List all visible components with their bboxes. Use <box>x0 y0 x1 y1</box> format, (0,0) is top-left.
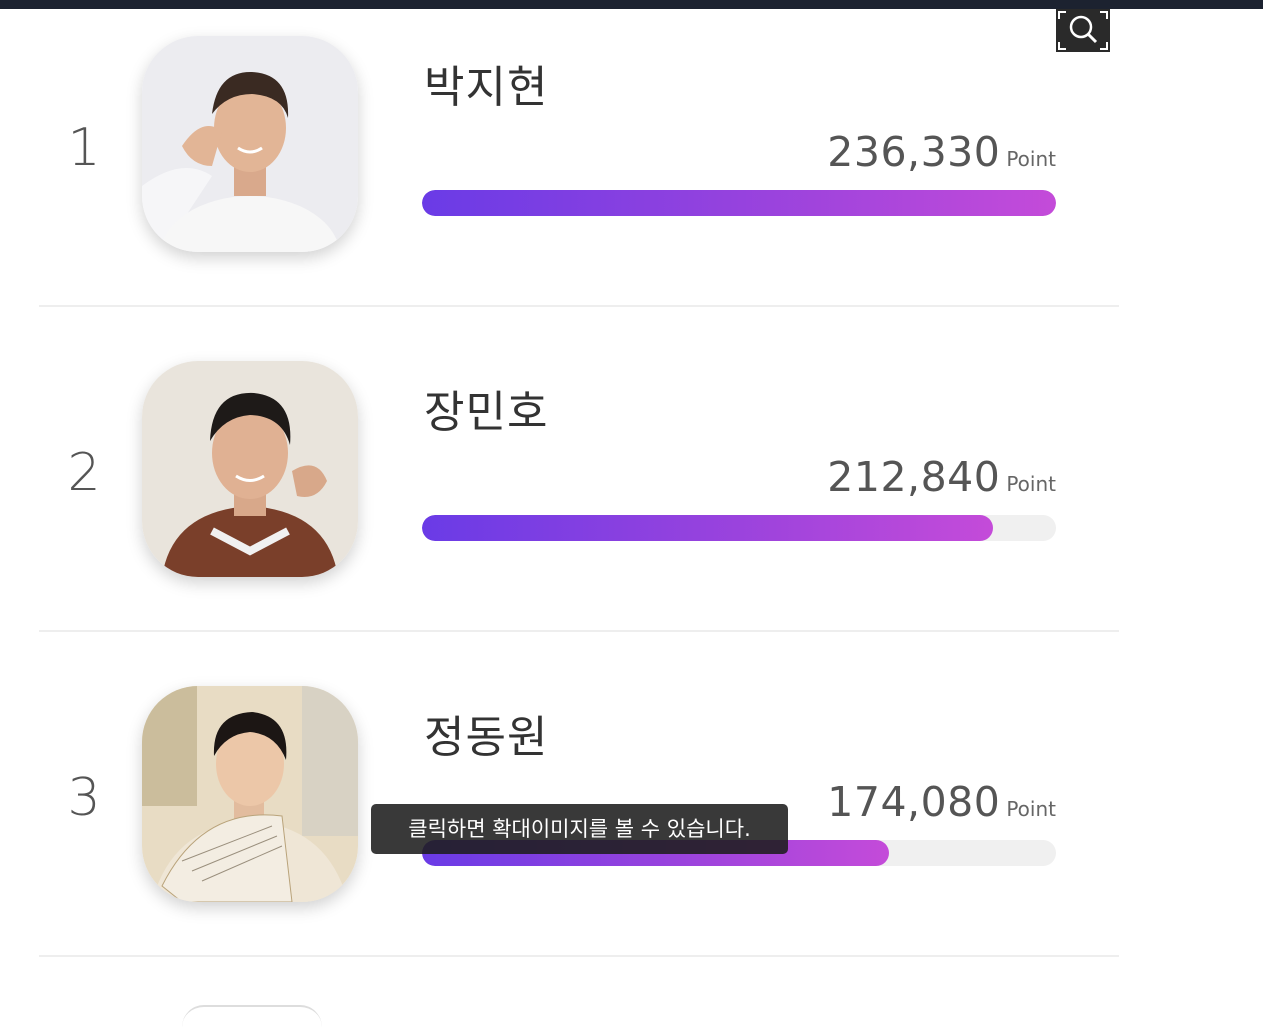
points-display: 174,080 Point <box>827 782 1056 823</box>
points-bar <box>422 190 1056 216</box>
avatar[interactable] <box>142 686 358 902</box>
points-bar-fill <box>422 515 993 541</box>
candidate-name: 정동원 <box>424 712 549 763</box>
points-unit: Point <box>1006 797 1056 821</box>
rank-number: 2 <box>67 443 101 503</box>
candidate-name: 박지현 <box>424 62 549 113</box>
points-value: 174,080 <box>827 778 1001 826</box>
zoom-tooltip: 클릭하면 확대이미지를 볼 수 있습니다. <box>371 804 788 854</box>
points-unit: Point <box>1006 147 1056 171</box>
rank-number: 3 <box>67 768 101 828</box>
points-unit: Point <box>1006 472 1056 496</box>
rank-number: 1 <box>67 118 101 178</box>
ranking-row-2[interactable]: 2 장민호 212,840 Point <box>39 307 1119 632</box>
ranking-row-3[interactable]: 3 정동원 174,080 Point <box>39 632 1119 957</box>
avatar[interactable] <box>142 36 358 252</box>
points-value: 212,840 <box>827 453 1001 501</box>
points-value: 236,330 <box>827 128 1001 176</box>
points-bar <box>422 515 1056 541</box>
next-avatar-partial <box>182 1005 322 1027</box>
points-display: 236,330 Point <box>827 132 1056 173</box>
ranking-row-1[interactable]: 1 박지현 236,330 Point <box>39 0 1119 307</box>
points-bar-fill <box>422 190 1056 216</box>
points-display: 212,840 Point <box>827 457 1056 498</box>
avatar[interactable] <box>142 361 358 577</box>
candidate-name: 장민호 <box>424 387 549 438</box>
